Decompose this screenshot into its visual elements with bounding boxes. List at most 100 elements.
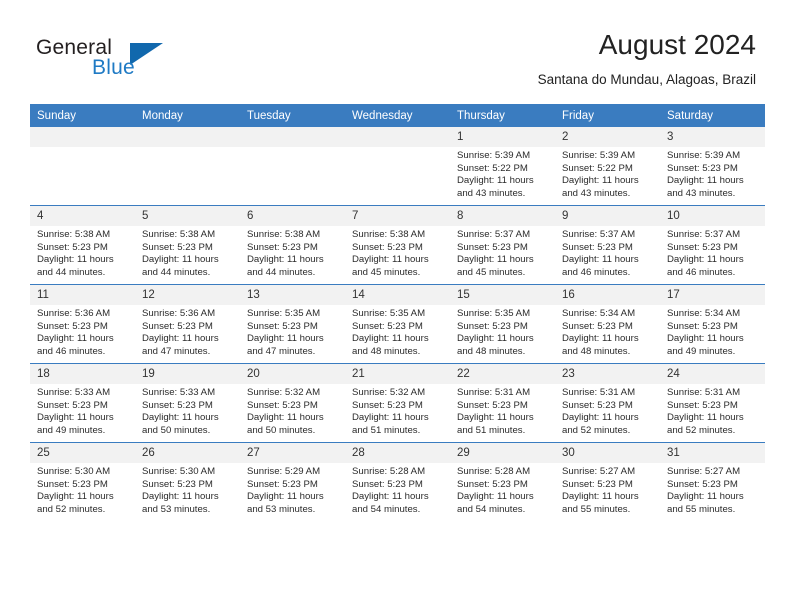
title-block: August 2024 Santana do Mundau, Alagoas, … (236, 28, 756, 88)
calendar-day-cell: 21 Sunrise: 5:32 AM Sunset: 5:23 PM Dayligh… (345, 363, 450, 443)
day-number: 26 (135, 443, 240, 463)
day-number: 21 (345, 364, 450, 384)
day-number: 24 (660, 364, 765, 384)
sunrise-time: Sunrise: 5:31 AM (667, 387, 741, 398)
sunrise-time: Sunrise: 5:32 AM (247, 387, 321, 398)
day-info: Sunrise: 5:33 AM Sunset: 5:23 PM Daylight:… (30, 384, 135, 437)
sunrise-time: Sunrise: 5:30 AM (37, 466, 111, 477)
daylight-duration-line2: and 53 minutes. (247, 503, 316, 515)
sunrise-time: Sunrise: 5:28 AM (457, 466, 531, 477)
daylight-duration-line2: and 51 minutes. (352, 424, 421, 436)
sunset-time: Sunset: 5:23 PM (247, 241, 318, 253)
daylight-duration-line1: Daylight: 11 hours (562, 491, 639, 503)
sunrise-time: Sunrise: 5:38 AM (142, 229, 216, 240)
sunset-time: Sunset: 5:23 PM (562, 320, 633, 332)
day-number: 5 (135, 206, 240, 226)
calendar-day-cell: 23 Sunrise: 5:31 AM Sunset: 5:23 PM Dayligh… (555, 363, 660, 443)
daylight-duration-line2: and 48 minutes. (352, 345, 421, 357)
daylight-duration-line2: and 49 minutes. (667, 345, 736, 357)
day-info: Sunrise: 5:39 AM Sunset: 5:22 PM Daylight:… (450, 147, 555, 200)
day-number: 6 (240, 206, 345, 226)
day-number: 8 (450, 206, 555, 226)
day-info: Sunrise: 5:32 AM Sunset: 5:23 PM Daylight:… (345, 384, 450, 437)
sunrise-time: Sunrise: 5:28 AM (352, 466, 426, 477)
daylight-duration-line2: and 46 minutes. (562, 266, 631, 278)
sunset-time: Sunset: 5:23 PM (352, 478, 423, 490)
weekday-header-saturday: Saturday (660, 104, 765, 127)
calendar-week-row: 18 Sunrise: 5:33 AM Sunset: 5:23 PM Dayligh… (30, 363, 765, 443)
sunrise-time: Sunrise: 5:29 AM (247, 466, 321, 477)
day-number (345, 127, 450, 147)
calendar-day-cell: 3 Sunrise: 5:39 AM Sunset: 5:23 PM Daylight… (660, 127, 765, 206)
sunrise-time: Sunrise: 5:38 AM (247, 229, 321, 240)
daylight-duration-line1: Daylight: 11 hours (562, 175, 639, 187)
sunrise-time: Sunrise: 5:35 AM (457, 308, 531, 319)
daylight-duration-line1: Daylight: 11 hours (562, 412, 639, 424)
sunrise-time: Sunrise: 5:39 AM (667, 150, 741, 161)
calendar-day-cell: 18 Sunrise: 5:33 AM Sunset: 5:23 PM Dayligh… (30, 363, 135, 443)
daylight-duration-line1: Daylight: 11 hours (457, 254, 534, 266)
sunset-time: Sunset: 5:23 PM (142, 241, 213, 253)
sunset-time: Sunset: 5:22 PM (562, 162, 633, 174)
daylight-duration-line2: and 47 minutes. (247, 345, 316, 357)
calendar-day-cell: 20 Sunrise: 5:32 AM Sunset: 5:23 PM Dayligh… (240, 363, 345, 443)
day-info: Sunrise: 5:31 AM Sunset: 5:23 PM Daylight:… (660, 384, 765, 437)
sunrise-time: Sunrise: 5:37 AM (562, 229, 636, 240)
sunset-time: Sunset: 5:23 PM (667, 478, 738, 490)
sunset-time: Sunset: 5:23 PM (667, 241, 738, 253)
calendar-day-cell: 9 Sunrise: 5:37 AM Sunset: 5:23 PM Daylight… (555, 205, 660, 285)
weekday-header-monday: Monday (135, 104, 240, 127)
calendar-day-cell: 16 Sunrise: 5:34 AM Sunset: 5:23 PM Dayligh… (555, 284, 660, 364)
sunset-time: Sunset: 5:23 PM (457, 320, 528, 332)
sunrise-time: Sunrise: 5:37 AM (457, 229, 531, 240)
calendar-week-row: 4 Sunrise: 5:38 AM Sunset: 5:23 PM Daylight… (30, 205, 765, 285)
day-info: Sunrise: 5:38 AM Sunset: 5:23 PM Daylight:… (135, 226, 240, 279)
sunset-time: Sunset: 5:23 PM (142, 478, 213, 490)
calendar-day-cell: 27 Sunrise: 5:29 AM Sunset: 5:23 PM Dayligh… (240, 442, 345, 521)
daylight-duration-line1: Daylight: 11 hours (457, 412, 534, 424)
day-number: 15 (450, 285, 555, 305)
day-info: Sunrise: 5:28 AM Sunset: 5:23 PM Daylight:… (450, 463, 555, 516)
day-info: Sunrise: 5:38 AM Sunset: 5:23 PM Daylight:… (345, 226, 450, 279)
calendar-day-cell-empty (135, 127, 240, 206)
daylight-duration-line1: Daylight: 11 hours (667, 333, 744, 345)
day-number: 9 (555, 206, 660, 226)
weekday-header-friday: Friday (555, 104, 660, 127)
day-number: 22 (450, 364, 555, 384)
calendar-day-cell-empty (240, 127, 345, 206)
calendar-day-cell: 5 Sunrise: 5:38 AM Sunset: 5:23 PM Daylight… (135, 205, 240, 285)
day-info: Sunrise: 5:38 AM Sunset: 5:23 PM Daylight:… (240, 226, 345, 279)
daylight-duration-line2: and 46 minutes. (667, 266, 736, 278)
day-number: 17 (660, 285, 765, 305)
calendar-day-cell: 11 Sunrise: 5:36 AM Sunset: 5:23 PM Dayligh… (30, 284, 135, 364)
sunset-time: Sunset: 5:23 PM (457, 241, 528, 253)
day-info: Sunrise: 5:39 AM Sunset: 5:22 PM Daylight:… (555, 147, 660, 200)
sunrise-time: Sunrise: 5:30 AM (142, 466, 216, 477)
sunset-time: Sunset: 5:23 PM (142, 399, 213, 411)
daylight-duration-line2: and 45 minutes. (352, 266, 421, 278)
daylight-duration-line2: and 52 minutes. (562, 424, 631, 436)
general-blue-logo[interactable]: General Blue (36, 36, 216, 84)
daylight-duration-line2: and 46 minutes. (37, 345, 106, 357)
day-info: Sunrise: 5:30 AM Sunset: 5:23 PM Daylight:… (135, 463, 240, 516)
sunrise-time: Sunrise: 5:38 AM (37, 229, 111, 240)
sunrise-time: Sunrise: 5:27 AM (667, 466, 741, 477)
sunrise-time: Sunrise: 5:35 AM (247, 308, 321, 319)
daylight-duration-line2: and 44 minutes. (247, 266, 316, 278)
sunset-time: Sunset: 5:23 PM (37, 399, 108, 411)
day-number: 12 (135, 285, 240, 305)
calendar-day-cell: 28 Sunrise: 5:28 AM Sunset: 5:23 PM Dayligh… (345, 442, 450, 521)
day-number: 28 (345, 443, 450, 463)
calendar-day-cell: 29 Sunrise: 5:28 AM Sunset: 5:23 PM Dayligh… (450, 442, 555, 521)
daylight-duration-line2: and 45 minutes. (457, 266, 526, 278)
day-info: Sunrise: 5:36 AM Sunset: 5:23 PM Daylight:… (30, 305, 135, 358)
sunset-time: Sunset: 5:22 PM (457, 162, 528, 174)
daylight-duration-line1: Daylight: 11 hours (142, 333, 219, 345)
day-number: 30 (555, 443, 660, 463)
day-info: Sunrise: 5:34 AM Sunset: 5:23 PM Daylight:… (660, 305, 765, 358)
day-number: 18 (30, 364, 135, 384)
calendar-day-cell: 30 Sunrise: 5:27 AM Sunset: 5:23 PM Dayligh… (555, 442, 660, 521)
calendar-day-cell: 1 Sunrise: 5:39 AM Sunset: 5:22 PM Daylight… (450, 127, 555, 206)
day-info: Sunrise: 5:30 AM Sunset: 5:23 PM Daylight:… (30, 463, 135, 516)
daylight-duration-line1: Daylight: 11 hours (247, 491, 324, 503)
